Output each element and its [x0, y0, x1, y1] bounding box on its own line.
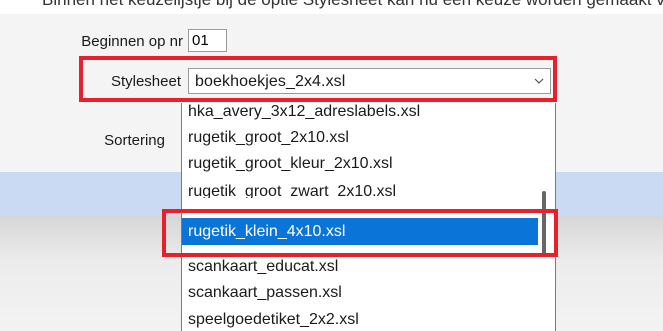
dropdown-option[interactable]: speelgoedetiket_2x2.xsl [182, 307, 539, 331]
begin-number-label: Beginnen op nr [81, 33, 183, 50]
instruction-text: Binnen het keuzelijstje bij de optie Sty… [42, 0, 663, 10]
dropdown-option[interactable]: hka_avery_3x12_adreslabels.xsl [182, 103, 539, 125]
stylesheet-label: Stylesheet [110, 73, 181, 90]
chevron-down-icon[interactable] [528, 69, 550, 93]
dropdown-scrollbar[interactable] [538, 103, 555, 331]
begin-number-input[interactable] [188, 29, 227, 52]
stylesheet-dropdown-list[interactable]: hka_avery_3x12_adreslabels.xsl rugetik_g… [181, 103, 556, 331]
stylesheet-select[interactable]: boekhoekjes_2x4.xsl [188, 68, 551, 94]
dropdown-option-selected[interactable]: rugetik_klein_4x10.xsl [182, 218, 539, 245]
dialog: Binnen het keuzelijstje bij de optie Sty… [0, 0, 663, 331]
sort-label: Sortering [104, 132, 165, 149]
stylesheet-selected-value: boekhoekjes_2x4.xsl [195, 73, 346, 90]
dropdown-option[interactable]: rugetik_groot_2x10.xsl [182, 125, 539, 151]
dropdown-option[interactable]: rugetik_groot_zwart_2x10.xsl [182, 179, 539, 198]
dropdown-option[interactable]: rugetik_groot_kleur_2x10.xsl [182, 151, 539, 177]
instruction-text-strip: Binnen het keuzelijstje bij de optie Sty… [0, 0, 663, 14]
dropdown-option[interactable]: scankaart_educat.xsl [182, 254, 539, 280]
dropdown-option[interactable]: scankaart_passen.xsl [182, 280, 539, 306]
scrollbar-thumb[interactable] [542, 191, 546, 257]
